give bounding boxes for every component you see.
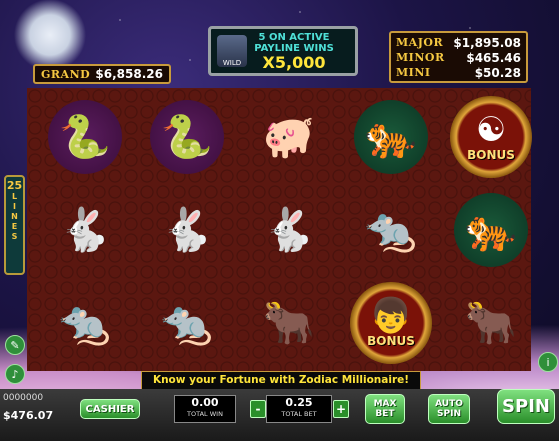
rat-icon: 🐀 [364, 204, 418, 254]
rabbit-icon: 🐇 [160, 204, 214, 254]
balance-display: 0000000 $476.07 [3, 393, 53, 422]
major-row: MAJOR $1,895.08 [396, 35, 521, 50]
fortune-boy-bonus-icon: 👦 BONUS [350, 281, 432, 364]
reel-symbol-bonus-boy: 👦 BONUS [341, 276, 441, 369]
tiger-icon: 🐅 [354, 99, 428, 174]
reel-symbol-ox: 🐂 [441, 276, 541, 369]
reel-symbol-rabbit: 🐇 [137, 183, 237, 276]
reel-symbol-rabbit: 🐇 [35, 183, 135, 276]
minor-value: $465.46 [466, 50, 521, 65]
bonus-label: BONUS [367, 333, 415, 348]
cashier-button[interactable]: CASHIER [80, 399, 140, 419]
bet-decrease-button[interactable]: - [250, 400, 266, 418]
ox-icon: 🐂 [464, 297, 518, 347]
bet-increase-button[interactable]: + [333, 400, 349, 418]
wild-wolf-icon: WILD [217, 35, 247, 67]
reel-symbol-ox: 🐂 [239, 276, 339, 369]
reel-symbol-tiger: 🐅 [341, 90, 441, 183]
grand-value: $6,858.26 [95, 67, 163, 81]
progressive-jackpots-panel: MAJOR $1,895.08 MINOR $465.46 MINI $50.2… [389, 31, 528, 83]
snake-icon: 🐍 [48, 99, 122, 174]
total-bet-value: 0.25 [285, 396, 313, 409]
marquee-message: Know your Fortune with Zodiac Millionair… [141, 371, 421, 390]
mini-row: MINI $50.28 [396, 65, 521, 80]
spin-button[interactable]: SPIN [497, 389, 555, 424]
mini-label: MINI [396, 66, 431, 79]
yin-yang-bonus-icon: ☯ BONUS [450, 95, 532, 178]
reel-symbol-tiger: 🐅 [441, 183, 541, 276]
reel-symbol-snake: 🐍 [137, 90, 237, 183]
tiger-icon: 🐅 [454, 192, 528, 267]
max-bet-button[interactable]: MAX BET [365, 394, 405, 424]
reel-symbol-bonus-yinyang: ☯ BONUS [441, 90, 541, 183]
payline-banner: WILD 5 ON ACTIVE PAYLINE WINS X5,000 [208, 26, 358, 76]
total-bet-caption: TOTAL BET [281, 410, 317, 418]
balance-amount: $476.07 [3, 409, 54, 422]
rabbit-icon: 🐇 [262, 204, 316, 254]
control-bar: 0000000 $476.07 CASHIER 0.00 TOTAL WIN -… [0, 389, 559, 441]
minor-row: MINOR $465.46 [396, 50, 521, 65]
reel-symbol-rabbit: 🐇 [239, 183, 339, 276]
sound-icon[interactable]: ♪ [5, 364, 25, 384]
mini-value: $50.28 [474, 65, 521, 80]
balance-id: 0000000 [3, 393, 44, 403]
total-bet-display: 0.25 TOTAL BET [266, 395, 332, 423]
rabbit-icon: 🐇 [58, 204, 112, 254]
lines-indicator: 25 LINES [4, 175, 25, 275]
settings-icon[interactable]: ✎ [5, 335, 25, 355]
auto-spin-button[interactable]: AUTO SPIN [428, 394, 470, 424]
reel-symbol-pig: 🐖 [239, 90, 339, 183]
reel-symbol-rat: 🐀 [137, 276, 237, 369]
info-icon[interactable]: i [538, 352, 558, 372]
total-win-caption: TOTAL WIN [187, 410, 223, 418]
bonus-label: BONUS [467, 147, 515, 162]
ox-icon: 🐂 [262, 297, 316, 347]
reel-symbol-rat: 🐀 [341, 183, 441, 276]
major-label: MAJOR [396, 36, 444, 49]
reel-symbol-rat: 🐀 [35, 276, 135, 369]
total-win-value: 0.00 [191, 396, 219, 409]
major-value: $1,895.08 [453, 35, 521, 50]
minor-label: MINOR [396, 51, 445, 64]
reel-symbol-snake: 🐍 [35, 90, 135, 183]
reel-grid: 🐍 🐍 🐖 🐅 ☯ BONUS 🐇 🐇 🐇 🐀 🐅 🐀 🐀 🐂 👦 BONUS 🐂 [27, 88, 532, 371]
lines-count: 25 [6, 179, 23, 192]
lines-label: LINES [11, 192, 18, 241]
grand-jackpot-panel: GRAND $6,858.26 [33, 64, 171, 84]
total-win-display: 0.00 TOTAL WIN [174, 395, 236, 423]
rat-icon: 🐀 [160, 297, 214, 347]
pig-icon: 🐖 [262, 111, 316, 161]
rat-icon: 🐀 [58, 297, 112, 347]
snake-icon: 🐍 [150, 99, 224, 174]
grand-label: GRAND [41, 67, 91, 81]
